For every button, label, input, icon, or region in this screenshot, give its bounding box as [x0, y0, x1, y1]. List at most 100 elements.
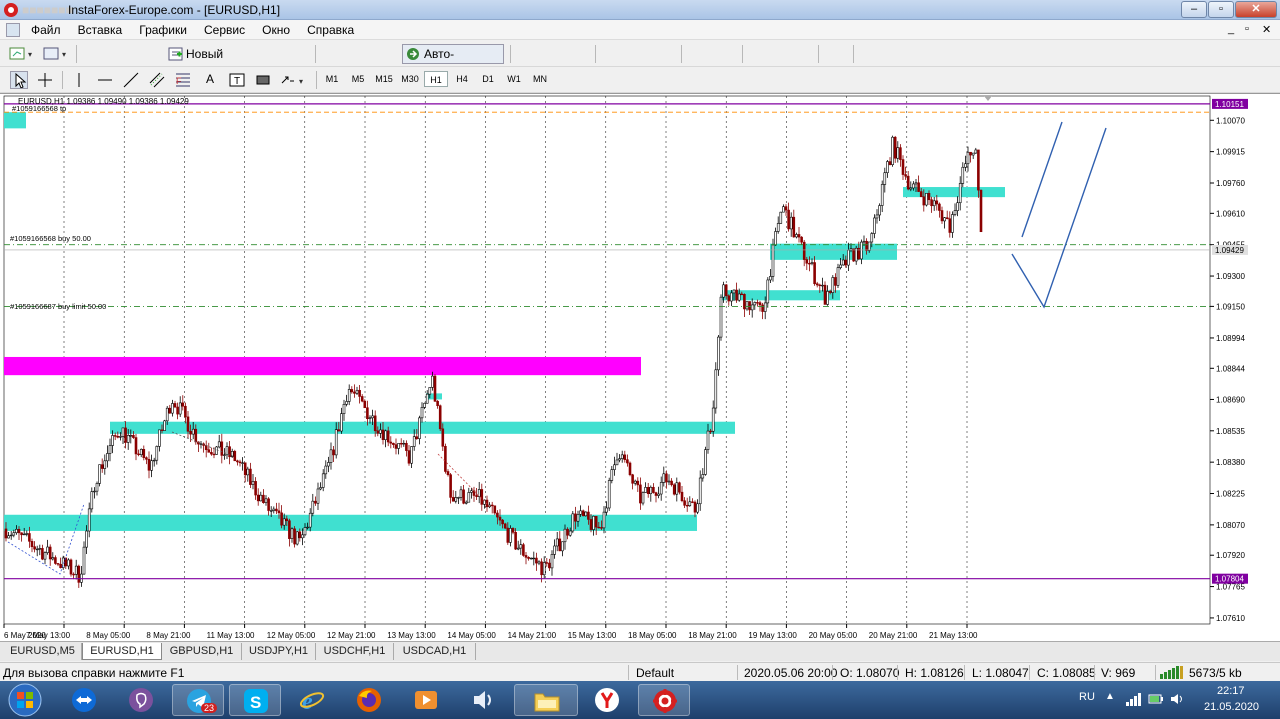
status-separator — [832, 665, 833, 680]
connection-status-icon[interactable] — [1160, 666, 1186, 679]
status-separator — [964, 665, 965, 680]
timeframe-m15[interactable]: M15 — [372, 71, 396, 87]
candle-body — [155, 446, 159, 461]
volume-icon[interactable] — [1170, 692, 1186, 706]
timeframe-m1[interactable]: M1 — [320, 71, 344, 87]
candle-body — [191, 428, 195, 435]
svg-text:▾: ▾ — [62, 50, 66, 59]
candle-body — [243, 462, 247, 476]
new-order-button[interactable]: Новый ордер — [165, 44, 259, 79]
teamviewer-task[interactable] — [58, 684, 110, 716]
timeframe-w1[interactable]: W1 — [502, 71, 526, 87]
chart-window[interactable]: 1.100701.099151.097601.096101.094551.093… — [0, 93, 1280, 641]
language-indicator[interactable]: RU — [1079, 691, 1095, 703]
menu-window[interactable]: Окно — [255, 20, 297, 40]
arrows-icon[interactable]: ▾ — [280, 71, 308, 89]
battery-icon[interactable] — [1148, 692, 1164, 706]
price-label: 1.07610 — [1216, 614, 1245, 623]
candle-body — [493, 505, 497, 514]
cursor-icon[interactable] — [10, 71, 28, 89]
tray-expand-icon[interactable]: ▲ — [1105, 691, 1115, 702]
candle-body — [813, 262, 816, 285]
crosshair-icon[interactable] — [36, 71, 54, 89]
support-resistance-zones[interactable] — [4, 112, 1005, 531]
horizontal-line-icon[interactable] — [96, 71, 114, 89]
candle-body — [524, 555, 528, 558]
text-tool-icon[interactable]: A — [206, 72, 214, 86]
price-chart[interactable]: 1.100701.099151.097601.096101.094551.093… — [0, 94, 1280, 642]
instaforex-terminal-task[interactable] — [638, 684, 690, 716]
candle-body — [594, 515, 598, 528]
fibonacci-icon[interactable]: F — [174, 71, 192, 89]
candle-body — [51, 557, 55, 560]
timeframe-m5[interactable]: M5 — [346, 71, 370, 87]
candle-body — [938, 203, 941, 211]
zone-1-0942 — [770, 243, 897, 260]
skype-task[interactable]: S — [229, 684, 281, 716]
time-label: 20 May 05:00 — [809, 631, 858, 640]
video-player-task[interactable] — [400, 684, 452, 716]
candle-body — [698, 477, 702, 505]
child-restore-button[interactable]: ▫ — [1245, 23, 1249, 35]
candle-body — [782, 206, 785, 213]
new-chart-button[interactable]: ▾ — [8, 44, 36, 64]
candle-body — [319, 487, 322, 490]
network-icon[interactable] — [1126, 692, 1142, 706]
candle-body — [652, 486, 655, 493]
tab-eurusd-h1[interactable]: EURUSD,H1 — [82, 643, 162, 660]
audio-task[interactable] — [457, 684, 509, 716]
file-explorer-task[interactable] — [514, 684, 578, 716]
candle-body — [285, 518, 289, 522]
telegram-task[interactable]: 23 — [172, 684, 224, 716]
candle-body — [644, 487, 647, 493]
text-label-icon[interactable]: T — [228, 71, 246, 89]
menu-help[interactable]: Справка — [300, 20, 361, 40]
menu-file[interactable]: Файл — [24, 20, 68, 40]
internet-explorer-task[interactable]: e — [286, 684, 338, 716]
auto-trading-button[interactable]: Авто-торговля — [402, 44, 504, 79]
price-lines[interactable] — [4, 103, 1210, 580]
menu-tools[interactable]: Сервис — [197, 20, 252, 40]
timeframe-mn[interactable]: MN — [528, 71, 552, 87]
candle-body — [628, 462, 632, 476]
tab-usdjpy-h1[interactable]: USDJPY,H1 — [242, 643, 316, 660]
vertical-line-icon[interactable] — [70, 71, 88, 89]
candle-body — [542, 562, 546, 576]
timeframe-h1[interactable]: H1 — [424, 71, 448, 87]
timeframe-h4[interactable]: H4 — [450, 71, 474, 87]
maximize-button[interactable]: ▫ — [1208, 1, 1234, 18]
tab-gbpusd-h1[interactable]: GBPUSD,H1 — [162, 643, 242, 660]
price-label: 1.09915 — [1216, 148, 1245, 157]
price-label: 1.08690 — [1216, 395, 1245, 404]
tab-usdcad-h1[interactable]: USDCAD,H1 — [394, 643, 476, 660]
menu-insert[interactable]: Вставка — [71, 20, 130, 40]
svg-text:e: e — [302, 689, 313, 713]
trendline-icon[interactable] — [122, 71, 140, 89]
firefox-task[interactable] — [343, 684, 395, 716]
tab-eurusd-m5[interactable]: EURUSD,M5 — [4, 643, 82, 660]
status-separator — [1094, 665, 1095, 680]
time-label: 19 May 13:00 — [748, 631, 797, 640]
close-button[interactable]: ✕ — [1235, 1, 1277, 18]
viber-task[interactable] — [115, 684, 167, 716]
profiles-button[interactable]: ▾ — [42, 44, 70, 64]
timeframe-m30[interactable]: M30 — [398, 71, 422, 87]
clock-date[interactable]: 21.05.2020 — [1204, 701, 1259, 713]
candle-body — [111, 435, 114, 446]
toolbar-separator — [510, 45, 511, 63]
minimize-button[interactable]: – — [1181, 1, 1207, 18]
child-window-icon[interactable] — [6, 23, 20, 37]
candle-body — [979, 189, 983, 233]
child-minimize-button[interactable]: _ — [1228, 23, 1234, 35]
child-close-button[interactable]: ✕ — [1262, 23, 1271, 36]
start-button-icon[interactable] — [6, 682, 44, 718]
timeframe-d1[interactable]: D1 — [476, 71, 500, 87]
tab-usdchf-h1[interactable]: USDCHF,H1 — [316, 643, 394, 660]
equidistant-channel-icon[interactable] — [148, 71, 166, 89]
candle-body — [548, 562, 551, 569]
candle-body — [480, 489, 484, 505]
yandex-browser-task[interactable] — [581, 684, 633, 716]
menu-charts[interactable]: Графики — [132, 20, 194, 40]
rectangle-icon[interactable] — [254, 71, 272, 89]
clock-time[interactable]: 22:17 — [1217, 685, 1245, 697]
